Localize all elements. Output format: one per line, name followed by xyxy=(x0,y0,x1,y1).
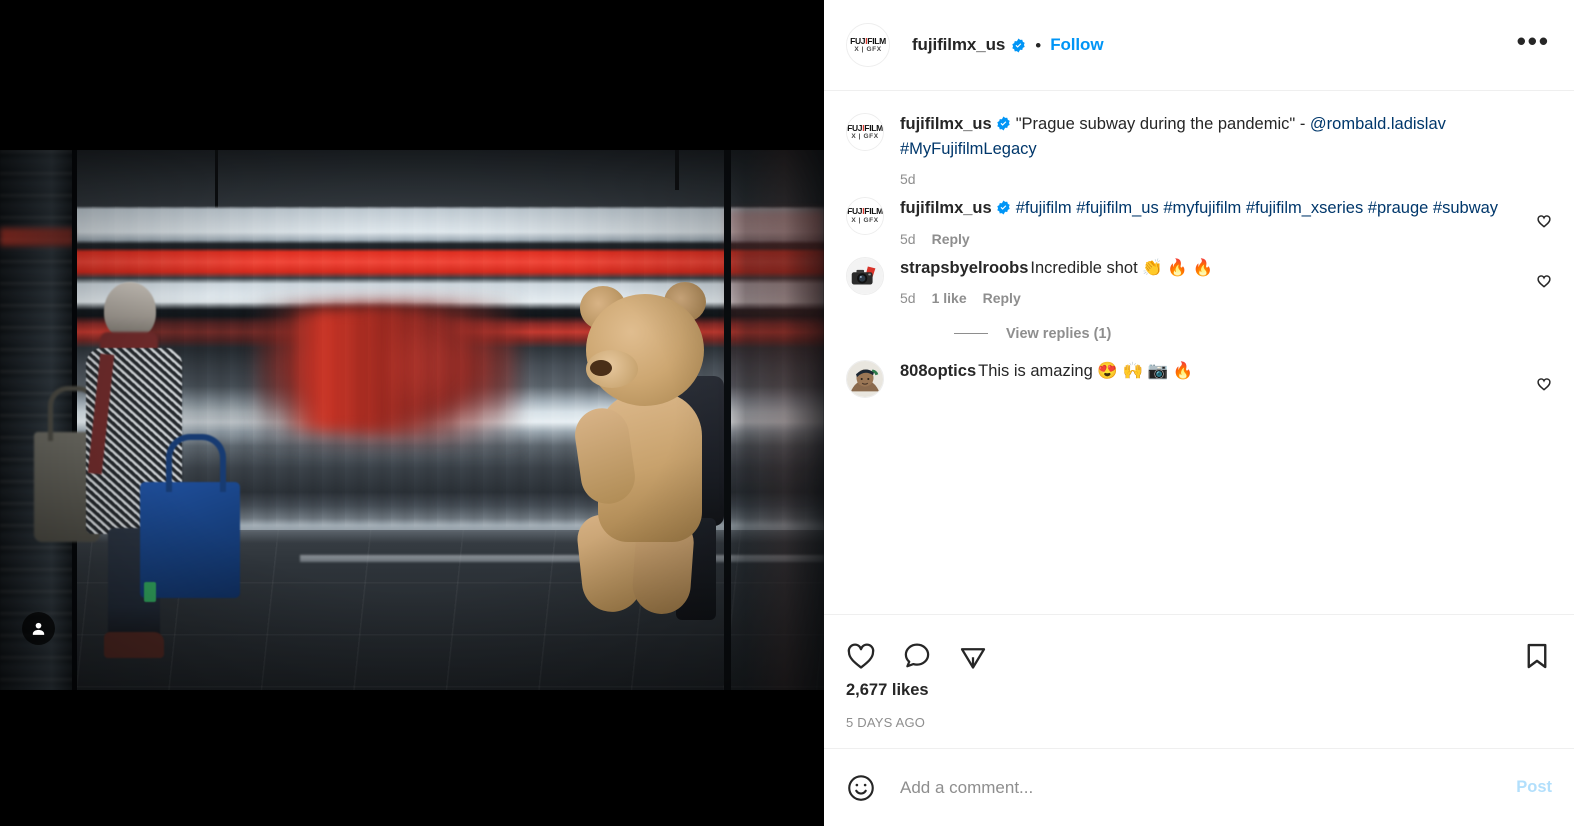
comment-like-icon[interactable] xyxy=(1536,273,1552,289)
comment-like-icon[interactable] xyxy=(1536,213,1552,229)
account-avatar[interactable]: FUJIFILM X | GFX xyxy=(846,23,890,67)
caption-avatar[interactable]: FUJIFILM X | GFX xyxy=(846,113,884,151)
header-separator: • xyxy=(1035,35,1042,55)
comment-username[interactable]: strapsbyelroobs xyxy=(900,259,1028,277)
caption-text: fujifilmx_us "Prague subway during the pa… xyxy=(900,113,1542,162)
fujifilm-gfx-line: X | GFX xyxy=(851,133,879,140)
comment-body: strapsbyelroobs Incredible shot 👏 🔥 🔥 5d … xyxy=(900,257,1536,309)
comment-likes-count[interactable]: 1 like xyxy=(932,290,967,306)
bear-nose xyxy=(590,360,612,376)
comment-body: 808optics This is amazing 😍 🙌 📷 🔥 xyxy=(900,360,1536,398)
post-actions: 2,677 likes 5 DAYS AGO xyxy=(824,614,1574,748)
fujifilm-wordmark: FUJIFILM xyxy=(847,122,883,133)
tagged-users-icon[interactable] xyxy=(22,612,55,645)
post-caption: FUJIFILM X | GFX fujifilmx_us "Prague sub… xyxy=(846,113,1552,191)
teddy-bear xyxy=(571,280,732,620)
comment-username[interactable]: fujifilmx_us xyxy=(900,199,992,217)
comment-reply-button[interactable]: Reply xyxy=(932,231,970,247)
glass-panel-frame xyxy=(724,150,731,690)
post-media-pane[interactable] xyxy=(0,0,824,826)
follow-button[interactable]: Follow xyxy=(1050,35,1103,55)
replies-divider-line xyxy=(954,333,988,335)
comments-list[interactable]: FUJIFILM X | GFX fujifilmx_us "Prague sub… xyxy=(824,91,1574,614)
fujifilm-logo-icon: FUJIFILM X | GFX xyxy=(847,24,889,66)
comment-text: fujifilmx_us #fujifilm #fujifilm_us #myfu… xyxy=(900,197,1526,222)
add-comment-bar: Post xyxy=(824,748,1574,826)
view-replies-button[interactable]: View replies (1) xyxy=(1006,326,1111,342)
comment-item: 808optics This is amazing 😍 🙌 📷 🔥 xyxy=(846,359,1552,398)
fujifilm-logo-icon: FUJIFILM X | GFX xyxy=(847,114,883,150)
save-icon[interactable] xyxy=(1522,641,1552,671)
comment-text: 808optics This is amazing 😍 🙌 📷 🔥 xyxy=(900,360,1526,383)
comment-like-icon[interactable] xyxy=(1536,376,1552,392)
woman-on-platform xyxy=(34,282,240,662)
fujifilm-gfx-line: X | GFX xyxy=(854,46,882,53)
instagram-post: FUJIFILM X | GFX fujifilmx_us • Follow •… xyxy=(0,0,1574,826)
pillar-red-reflection xyxy=(0,228,74,246)
comment-hashtags[interactable]: #fujifilm #fujifilm_us #myfujifilm #fuji… xyxy=(1016,199,1498,217)
comment-avatar[interactable]: FUJIFILM X | GFX xyxy=(846,196,884,235)
header-account-group: fujifilmx_us • Follow xyxy=(912,35,1104,55)
verified-badge-icon xyxy=(996,115,1011,138)
comment-icon[interactable] xyxy=(902,641,932,671)
verified-badge-icon xyxy=(1011,38,1026,53)
add-comment-input[interactable] xyxy=(898,776,1505,799)
comment-meta: 5d 1 like Reply xyxy=(900,290,1526,306)
train-door-red-streak xyxy=(285,310,435,430)
share-icon[interactable] xyxy=(958,641,988,671)
post-comment-button[interactable]: Post xyxy=(1516,778,1552,797)
glass-reflection xyxy=(726,210,824,510)
post-header: FUJIFILM X | GFX fujifilmx_us • Follow •… xyxy=(824,0,1574,91)
station-ceiling xyxy=(0,150,824,208)
action-icon-row xyxy=(846,627,1552,685)
blue-shopping-bag xyxy=(140,434,240,598)
comment-message: This is amazing 😍 🙌 📷 🔥 xyxy=(978,361,1194,380)
bag-green-tag xyxy=(144,582,156,602)
like-icon[interactable] xyxy=(846,641,876,671)
comment-item: FUJIFILM X | GFX fujifilmx_us #fujifilm #… xyxy=(846,196,1552,251)
comment-avatar[interactable] xyxy=(846,257,884,296)
comment-text: strapsbyelroobs Incredible shot 👏 🔥 🔥 xyxy=(900,257,1526,280)
caption-hashtag[interactable]: #MyFujifilmLegacy xyxy=(900,140,1037,158)
comment-meta: 5d Reply xyxy=(900,231,1526,247)
caption-username[interactable]: fujifilmx_us xyxy=(900,115,992,133)
caption-meta: 5d xyxy=(900,171,1542,187)
fujifilm-wordmark: FUJIFILM xyxy=(850,35,886,46)
post-sidebar: FUJIFILM X | GFX fujifilmx_us • Follow •… xyxy=(824,0,1574,826)
comment-timestamp: 5d xyxy=(900,289,916,306)
photo-scene xyxy=(0,150,824,690)
fujifilm-logo-icon: FUJIFILM X | GFX xyxy=(847,197,883,234)
comment-body: fujifilmx_us #fujifilm #fujifilm_us #myfu… xyxy=(900,197,1536,251)
caption-body: fujifilmx_us "Prague subway during the pa… xyxy=(900,113,1552,191)
caption-mention[interactable]: @rombald.ladislav xyxy=(1310,115,1446,133)
header-username[interactable]: fujifilmx_us xyxy=(912,35,1005,55)
comment-username[interactable]: 808optics xyxy=(900,362,976,380)
comment-message: Incredible shot 👏 🔥 🔥 xyxy=(1030,259,1214,278)
camera-avatar-icon xyxy=(847,258,883,295)
post-timestamp: 5 DAYS AGO xyxy=(846,715,926,730)
comment-item: strapsbyelroobs Incredible shot 👏 🔥 🔥 5d … xyxy=(846,257,1552,309)
person-avatar-icon xyxy=(847,360,883,397)
view-replies-row[interactable]: View replies (1) xyxy=(954,326,1552,342)
comment-reply-button[interactable]: Reply xyxy=(983,290,1021,306)
glass-panel-right xyxy=(726,150,824,690)
likes-count[interactable]: 2,677 likes xyxy=(846,681,1552,700)
comment-timestamp: 5d xyxy=(900,231,916,248)
verified-badge-icon xyxy=(996,199,1011,222)
emoji-picker-icon[interactable] xyxy=(846,773,876,803)
comment-avatar[interactable] xyxy=(846,359,884,398)
post-photo[interactable] xyxy=(0,150,824,690)
woman-boot xyxy=(104,632,164,658)
more-options-icon[interactable]: ••• xyxy=(1517,28,1550,54)
fujifilm-gfx-line: X | GFX xyxy=(851,216,879,224)
caption-quote: "Prague subway during the pandemic" - xyxy=(1015,115,1306,133)
fujifilm-wordmark: FUJIFILM xyxy=(847,206,883,217)
caption-timestamp: 5d xyxy=(900,170,916,187)
